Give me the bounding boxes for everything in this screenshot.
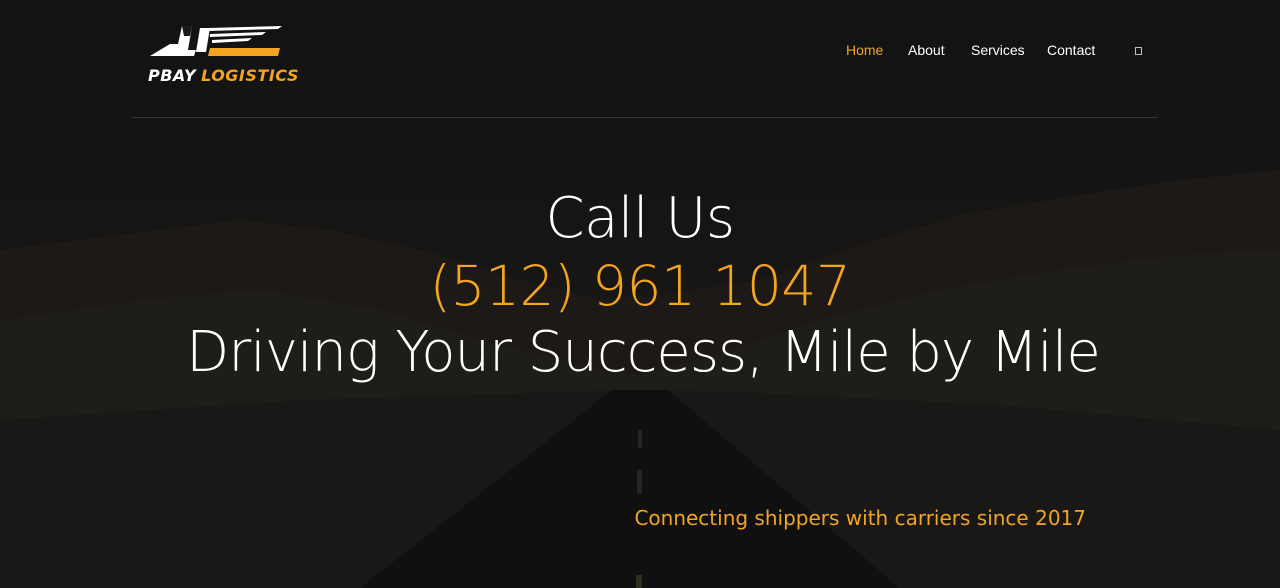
hero-phone[interactable]: (512) 961 1047 — [0, 254, 1280, 318]
logo-accent-word: LOGISTICS — [201, 66, 299, 85]
hero-heading: Call Us — [545, 186, 736, 251]
hero-background: PBAY LOGISTICS Home About Services Contac… — [0, 0, 1280, 588]
nav-services[interactable]: Services — [971, 42, 1025, 58]
logo-word: PBAY — [148, 66, 197, 85]
logo[interactable]: PBAY LOGISTICS — [148, 22, 298, 88]
logo-text: PBAY LOGISTICS — [148, 66, 299, 85]
nav-home[interactable]: Home — [846, 42, 883, 58]
cart-icon[interactable] — [1135, 47, 1142, 55]
nav-about[interactable]: About — [908, 42, 945, 58]
truck-logo-icon — [150, 26, 282, 56]
hero-subtitle: Connecting shippers with carriers since … — [634, 506, 1086, 530]
header-divider — [132, 117, 1158, 118]
hero-tagline: Driving Your Success, Mile by Mile — [186, 320, 1101, 385]
nav-contact[interactable]: Contact — [1047, 42, 1095, 58]
